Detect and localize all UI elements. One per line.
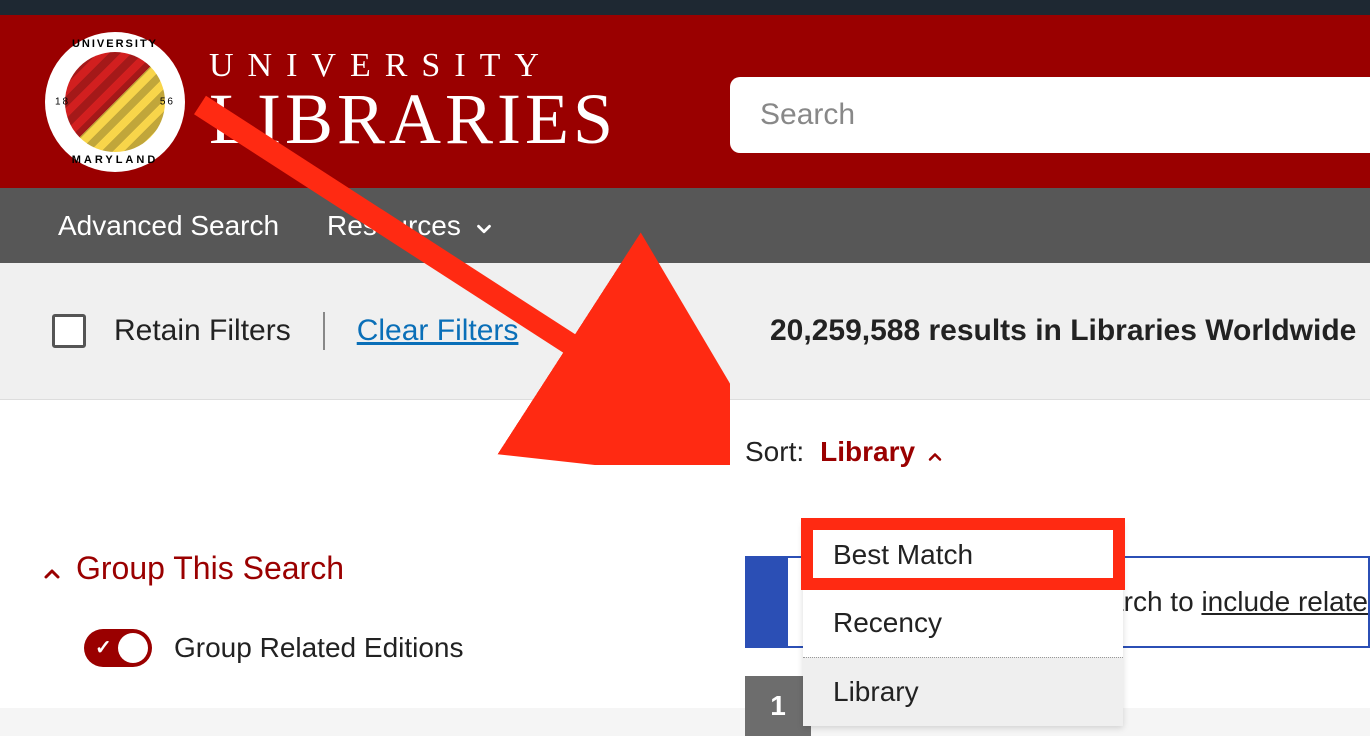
chevron-up-icon [925, 442, 945, 462]
divider [323, 312, 325, 350]
content-area: Group This Search Group Related Editions… [0, 400, 1370, 708]
filters-row: Retain Filters Clear Filters 20,259,588 … [0, 263, 1370, 400]
logo-line2: LIBRARIES [209, 83, 617, 155]
nav-advanced-search[interactable]: Advanced Search [58, 210, 279, 242]
sort-control: Sort: Library [745, 436, 1370, 468]
facets-panel: Group This Search Group Related Editions [40, 550, 464, 667]
retain-filters-label: Retain Filters [114, 314, 291, 348]
group-heading-label: Group This Search [76, 550, 344, 587]
nav-resources-label: Resources [327, 210, 461, 242]
search-input[interactable] [730, 77, 1370, 153]
retain-filters-checkbox[interactable] [52, 314, 86, 348]
chevron-down-icon [473, 215, 495, 237]
seal-text-bottom: MARYLAND [72, 154, 159, 166]
group-related-editions-label: Group Related Editions [174, 632, 464, 664]
sort-option-recency[interactable]: Recency [803, 589, 1123, 657]
info-banner-accent [747, 558, 788, 646]
chevron-up-icon [40, 557, 64, 581]
info-banner-text: arch to include relate [1108, 586, 1368, 618]
sort-dropdown-menu: Best Match Recency Library [803, 521, 1123, 726]
university-seal: UNIVERSITY MARYLAND 18 56 [45, 32, 185, 172]
seal-text-top: UNIVERSITY [72, 38, 158, 50]
sort-option-best-match[interactable]: Best Match [803, 521, 1123, 589]
nav-bar: Advanced Search Resources [0, 188, 1370, 263]
logo[interactable]: UNIVERSITY MARYLAND 18 56 UNIVERSITY LIB… [45, 32, 617, 172]
header: UNIVERSITY MARYLAND 18 56 UNIVERSITY LIB… [0, 15, 1370, 188]
group-this-search-heading[interactable]: Group This Search [40, 550, 464, 587]
clear-filters-link[interactable]: Clear Filters [357, 314, 519, 348]
search-box [730, 77, 1370, 153]
sort-option-library[interactable]: Library [803, 657, 1123, 726]
results-count: 20,259,588 results in Libraries Worldwid… [730, 314, 1356, 348]
sort-current-value: Library [820, 436, 915, 468]
include-related-link[interactable]: include relate [1201, 586, 1368, 617]
nav-resources[interactable]: Resources [327, 210, 495, 242]
group-related-editions-toggle[interactable] [84, 629, 152, 667]
logo-line1: UNIVERSITY [209, 49, 617, 83]
sort-label: Sort: [745, 436, 804, 468]
results-panel: Sort: Library arch to include relate Bes… [745, 436, 1370, 468]
top-bar [0, 0, 1370, 15]
result-number-badge: 1 [745, 676, 811, 736]
sort-dropdown-trigger[interactable]: Library [820, 436, 945, 468]
